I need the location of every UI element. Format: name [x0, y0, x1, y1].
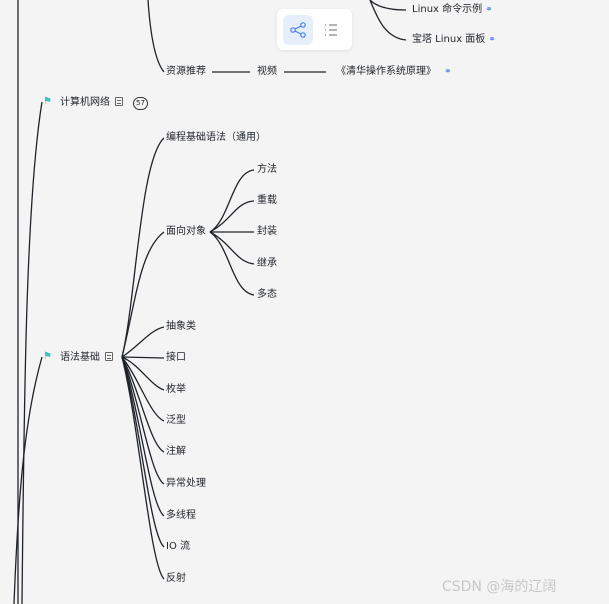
node-resources[interactable]: 资源推荐	[166, 65, 206, 79]
node-label: 注解	[166, 446, 186, 457]
node-label: 抽象类	[166, 321, 196, 332]
node-label: 面向对象	[166, 226, 206, 237]
node-label: 《清华操作系统原理》	[336, 66, 436, 77]
link-icon[interactable]: ⚭	[485, 5, 493, 15]
note-icon[interactable]	[105, 352, 113, 361]
watermark: CSDN @海的辽阔	[442, 579, 557, 595]
node-enum[interactable]: 枚举	[166, 383, 186, 397]
node-baota-panel[interactable]: 宝塔 Linux 面板 ⚭	[412, 33, 496, 47]
node-io-stream[interactable]: IO 流	[166, 540, 190, 554]
outline-list-icon	[325, 24, 337, 36]
note-icon[interactable]	[115, 97, 123, 106]
node-label: 资源推荐	[166, 66, 206, 77]
node-label: 枚举	[166, 384, 186, 395]
node-annotation[interactable]: 注解	[166, 445, 186, 459]
view-toggle	[277, 9, 352, 50]
node-label: 方法	[257, 164, 277, 175]
node-programming-basics[interactable]: 编程基础语法（通用）	[166, 131, 266, 145]
node-label: 多态	[257, 289, 277, 300]
node-label: 宝塔 Linux 面板	[412, 34, 486, 45]
node-interface[interactable]: 接口	[166, 351, 186, 365]
node-syntax-basics[interactable]: 语法基础	[60, 351, 113, 365]
node-overload[interactable]: 重载	[257, 194, 277, 208]
node-linux-commands[interactable]: Linux 命令示例 ⚭	[412, 3, 493, 17]
mindmap-view-button[interactable]	[283, 15, 313, 45]
node-label: IO 流	[166, 541, 190, 552]
node-label: 继承	[257, 258, 277, 269]
node-label: 计算机网络	[60, 97, 110, 108]
node-computer-network[interactable]: 计算机网络 57	[60, 96, 148, 110]
node-oop[interactable]: 面向对象	[166, 225, 206, 239]
node-label: 语法基础	[60, 352, 100, 363]
child-count-badge[interactable]: 57	[133, 97, 148, 110]
node-label: 视频	[257, 66, 277, 77]
node-label: 多线程	[166, 510, 196, 521]
node-label: 泛型	[166, 415, 186, 426]
outline-view-button[interactable]	[316, 15, 346, 45]
node-tsinghua-os[interactable]: 《清华操作系统原理》 ⚭	[336, 65, 452, 79]
node-exception-handling[interactable]: 异常处理	[166, 477, 206, 491]
node-inheritance[interactable]: 继承	[257, 257, 277, 271]
link-icon[interactable]: ⚭	[444, 67, 452, 77]
node-generics[interactable]: 泛型	[166, 414, 186, 428]
mindmap-connectors	[13, 0, 407, 604]
node-method[interactable]: 方法	[257, 163, 277, 177]
mindmap-icon	[290, 22, 306, 38]
node-abstract-class[interactable]: 抽象类	[166, 320, 196, 334]
link-icon[interactable]: ⚭	[488, 35, 496, 45]
node-label: 封装	[257, 226, 277, 237]
node-multithreading[interactable]: 多线程	[166, 509, 196, 523]
node-label: 反射	[166, 573, 186, 584]
node-encapsulation[interactable]: 封装	[257, 225, 277, 239]
node-label: 接口	[166, 352, 186, 363]
flag-icon: ⚑	[43, 351, 52, 362]
node-polymorphism[interactable]: 多态	[257, 288, 277, 302]
node-label: 编程基础语法（通用）	[166, 132, 266, 143]
flag-icon: ⚑	[43, 96, 52, 107]
node-label: Linux 命令示例	[412, 4, 483, 15]
node-label: 重载	[257, 195, 277, 206]
node-video[interactable]: 视频	[257, 65, 277, 79]
node-reflection[interactable]: 反射	[166, 572, 186, 586]
node-label: 异常处理	[166, 478, 206, 489]
